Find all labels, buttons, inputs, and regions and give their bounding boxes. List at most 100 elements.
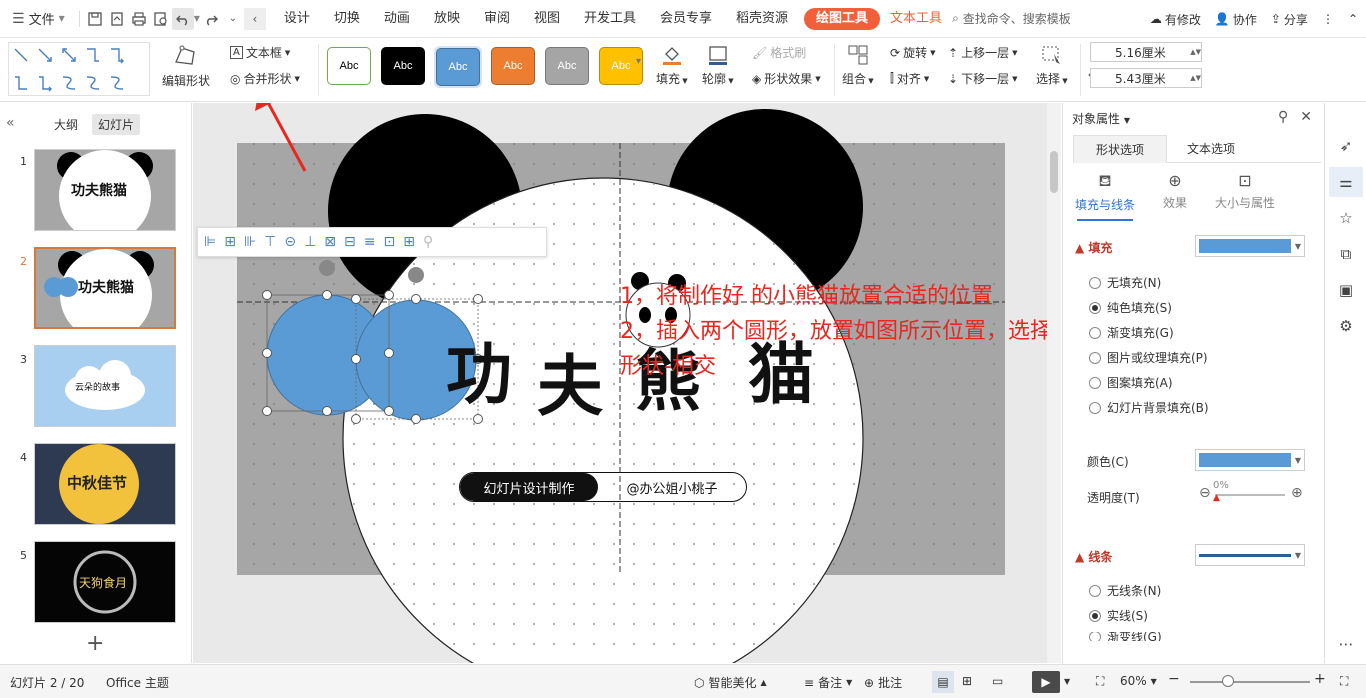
more-icon[interactable]: ⋯	[1335, 633, 1357, 655]
share-button[interactable]: ⇪ 分享	[1271, 11, 1308, 28]
file-menu[interactable]: ☰ 文件 ▼	[0, 9, 75, 29]
radio-background-fill[interactable]: 幻灯片背景填充(B)	[1089, 399, 1209, 416]
redo-icon[interactable]	[200, 8, 222, 30]
tab-transition[interactable]: 切换	[322, 0, 372, 38]
shape-width-input[interactable]: 5.43厘米 ▲▼	[1090, 68, 1202, 88]
style-gallery-more[interactable]: ▾	[636, 56, 641, 67]
align-center-icon[interactable]: ⊞	[224, 234, 236, 250]
play-button[interactable]: ▶	[1032, 671, 1060, 693]
slide-sorter-icon[interactable]: ⊞	[962, 674, 972, 688]
fill-section-header[interactable]: ▲ 填充	[1075, 239, 1112, 256]
bring-forward-button[interactable]: ⇡ 上移一层 ▼	[948, 44, 1017, 61]
nav-back-icon[interactable]: ‹	[243, 7, 266, 30]
slide-thumbnail-2[interactable]: 功夫熊猫	[34, 247, 176, 329]
style-preset-3[interactable]: Abc	[436, 48, 480, 86]
align-middle-icon[interactable]: ⊝	[284, 234, 296, 250]
subtab-fill-line[interactable]: ⛾ 填充与线条	[1075, 171, 1135, 221]
panel-title[interactable]: 对象属性 ▼	[1072, 110, 1130, 127]
transparency-plus-icon[interactable]: ⊕	[1291, 485, 1303, 501]
rotate-handle-icon[interactable]	[319, 260, 335, 276]
rotate-button[interactable]: ⟳ 旋转 ▼	[890, 44, 935, 61]
radio-picture-fill[interactable]: 图片或纹理填充(P)	[1089, 349, 1208, 366]
pin-icon[interactable]: ⚲	[423, 234, 433, 250]
color-dropdown[interactable]: ▼	[1195, 449, 1305, 471]
pin-icon[interactable]: ⚲	[1278, 109, 1288, 125]
style-preset-5[interactable]: Abc	[545, 47, 589, 85]
undo-icon[interactable]	[171, 7, 194, 30]
fill-button[interactable]: 填充 ▼	[656, 44, 688, 87]
slide-thumbnail-5[interactable]: 天狗食月	[34, 541, 176, 623]
zoom-in-icon[interactable]: +	[1314, 671, 1326, 687]
tab-text-tools[interactable]: 文本工具	[884, 0, 948, 38]
tab-design[interactable]: 设计	[272, 0, 322, 38]
radio-no-fill[interactable]: 无填充(N)	[1089, 274, 1161, 291]
more-icon[interactable]: ⋮	[1322, 12, 1334, 26]
tab-member[interactable]: 会员专享	[648, 0, 724, 38]
transparency-knob[interactable]: ▲	[1213, 493, 1220, 503]
line-section-header[interactable]: ▲ 线条	[1075, 548, 1112, 565]
align-bottom-icon[interactable]: ⊥	[304, 234, 316, 250]
zoom-value[interactable]: 60% ▼	[1120, 674, 1157, 688]
line-style-dropdown[interactable]: ▼	[1195, 544, 1305, 566]
save-icon[interactable]	[84, 8, 106, 30]
notes-button[interactable]: ≡ 备注 ▼	[804, 674, 852, 691]
shape-height-input[interactable]: 5.16厘米 ▲▼	[1090, 42, 1202, 62]
fill-color-dropdown[interactable]: ▼	[1195, 235, 1305, 257]
tab-slideshow[interactable]: 放映	[422, 0, 472, 38]
tab-text-options[interactable]: 文本选项	[1165, 135, 1257, 163]
radio-pattern-fill[interactable]: 图案填充(A)	[1089, 374, 1173, 391]
send-backward-button[interactable]: ⇣ 下移一层 ▼	[948, 70, 1017, 87]
merge-shape-button[interactable]: ◎ 合并形状 ▼	[230, 70, 300, 87]
export-pdf-icon[interactable]	[106, 8, 128, 30]
text-box-button[interactable]: A 文本框 ▼	[230, 44, 290, 61]
zoom-out-icon[interactable]: −	[1168, 671, 1180, 687]
close-icon[interactable]: ✕	[1300, 109, 1312, 125]
crop-icon[interactable]: ⊡	[383, 234, 395, 250]
distribute-vertical-icon[interactable]: ≡	[364, 234, 376, 250]
outline-button[interactable]: 轮廓 ▼	[702, 44, 734, 87]
scrollbar-thumb[interactable]	[1050, 151, 1058, 193]
image-icon[interactable]: ▣	[1335, 279, 1357, 301]
tab-view[interactable]: 视图	[522, 0, 572, 38]
transparency-minus-icon[interactable]: ⊖	[1199, 485, 1211, 501]
print-icon[interactable]	[128, 8, 150, 30]
slide-thumbnail-3[interactable]: 云朵的故事	[34, 345, 176, 427]
style-preset-2[interactable]: Abc	[381, 47, 425, 85]
align-top-icon[interactable]: ⊤	[264, 234, 276, 250]
tab-animation[interactable]: 动画	[372, 0, 422, 38]
properties-icon[interactable]: ⚌	[1329, 167, 1363, 197]
slide-thumbnail-1[interactable]: 功夫熊猫	[34, 149, 176, 231]
radio-gradient-line[interactable]: 渐变线(G)	[1089, 632, 1162, 641]
comments-button[interactable]: ⊕ 批注	[864, 674, 902, 691]
fit-window-icon[interactable]: ⛶	[1096, 674, 1104, 689]
subtab-effect[interactable]: ⊕ 效果	[1163, 171, 1187, 211]
tab-review[interactable]: 审阅	[472, 0, 522, 38]
slide-thumbnail-4[interactable]: 中秋佳节	[34, 443, 176, 525]
align-right-icon[interactable]: ⊪	[244, 234, 256, 250]
zoom-slider-knob[interactable]	[1222, 675, 1234, 687]
radio-solid-line[interactable]: 实线(S)	[1089, 607, 1148, 624]
modified-status[interactable]: ☁ 有修改	[1150, 11, 1201, 28]
select-button[interactable]: 选择 ▼	[1036, 44, 1068, 87]
collapse-ribbon-icon[interactable]: ⌃	[1348, 12, 1358, 26]
radio-gradient-fill[interactable]: 渐变填充(G)	[1089, 324, 1174, 341]
slide-title-char-1[interactable]: 功	[446, 321, 512, 417]
play-dropdown-icon[interactable]: ▼	[1064, 677, 1070, 686]
radio-solid-fill[interactable]: 纯色填充(S)	[1089, 299, 1172, 316]
collapse-panel-icon[interactable]: «	[6, 115, 15, 131]
shape-effect-button[interactable]: ◈ 形状效果 ▼	[752, 70, 821, 87]
connector-gallery[interactable]	[8, 42, 150, 96]
group-align-icon[interactable]: ⊞	[403, 234, 415, 250]
distribute-horizontal-icon[interactable]: ⊟	[344, 234, 356, 250]
tab-docer[interactable]: 稻壳资源	[724, 0, 800, 38]
radio-no-line[interactable]: 无线条(N)	[1089, 582, 1161, 599]
tab-slides[interactable]: 幻灯片	[92, 114, 141, 135]
edit-shape-button[interactable]: 编辑形状	[162, 44, 210, 89]
subtitle-badge[interactable]: 幻灯片设计制作 @办公姐小桃子	[459, 472, 747, 502]
align-distribute-icon[interactable]: ⊠	[324, 234, 336, 250]
group-button[interactable]: 组合 ▼	[842, 44, 874, 87]
reading-view-icon[interactable]: ▭	[992, 674, 1003, 688]
star-icon[interactable]: ☆	[1335, 207, 1357, 229]
format-brush-button[interactable]: 🖌 格式刷	[752, 44, 806, 61]
add-slide-button[interactable]: +	[86, 631, 104, 656]
